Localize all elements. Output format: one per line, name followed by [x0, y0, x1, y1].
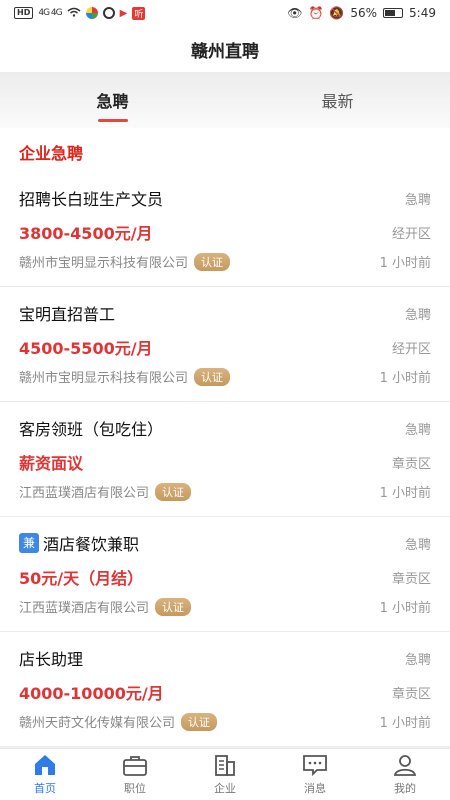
signal-icon: 4G 4G	[38, 8, 62, 18]
urgent-label: 急聘	[404, 422, 431, 438]
job-title: 招聘长白班生产文员	[19, 190, 164, 209]
verified-badge: 认证	[181, 712, 218, 731]
urgent-label: 急聘	[404, 652, 431, 668]
job-salary: 50元/天（月结）	[19, 569, 144, 588]
wifi-icon	[67, 6, 81, 20]
job-title: 宝明直招普工	[19, 305, 116, 324]
nav-jobs[interactable]: 职位	[90, 749, 180, 800]
company-name: 江西蓝璞酒店有限公司	[19, 486, 150, 501]
job-salary: 3800-4500元/月	[19, 224, 153, 243]
job-card[interactable]: 宝明直招普工 急聘 4500-5500元/月 经开区 赣州市宝明显示科技有限公司…	[0, 287, 450, 402]
part-time-tag: 兼	[19, 533, 39, 553]
status-left: HD 4G 4G ▶ 听	[14, 6, 146, 20]
company-name: 赣州市宝明显示科技有限公司	[19, 371, 189, 386]
job-salary: 4000-10000元/月	[19, 684, 164, 703]
job-title: 兼酒店餐饮兼职	[19, 531, 139, 555]
app-header: 赣州直聘	[0, 26, 450, 72]
tab-urgent[interactable]: 急聘	[0, 72, 225, 128]
app-notification-icon	[102, 7, 115, 19]
briefcase-icon	[123, 756, 147, 776]
job-title: 客房领班（包吃住）	[19, 420, 164, 439]
user-icon	[393, 755, 417, 776]
status-right: 👁 ⏰ 🔕 56% 5:49	[287, 6, 436, 20]
post-time: 1 小时前	[379, 716, 431, 731]
bottom-nav: 首页 职位 企业 消息 我的	[0, 748, 450, 800]
company-name: 赣州天莳文化传媒有限公司	[19, 716, 176, 731]
verified-badge: 认证	[194, 252, 231, 271]
mute-icon: 🔕	[329, 6, 345, 20]
verified-badge: 认证	[194, 367, 231, 386]
hd-icon: HD	[14, 7, 34, 19]
nav-label: 首页	[34, 782, 56, 795]
battery-percent: 56%	[350, 6, 378, 20]
urgent-label: 急聘	[404, 192, 431, 208]
page-title: 赣州直聘	[191, 41, 259, 62]
urgent-label: 急聘	[404, 537, 431, 553]
alarm-icon: ⏰	[308, 6, 324, 20]
nav-label: 企业	[214, 782, 236, 795]
verified-badge: 认证	[155, 482, 192, 501]
app-notification-icon: 听	[132, 6, 146, 20]
verified-badge: 认证	[155, 597, 192, 616]
building-icon	[215, 755, 235, 776]
nav-home[interactable]: 首页	[0, 749, 90, 800]
app-notification-icon	[85, 7, 98, 19]
job-salary: 4500-5500元/月	[19, 339, 153, 358]
job-card[interactable]: 客房领班（包吃住） 急聘 薪资面议 章贡区 江西蓝璞酒店有限公司 认证 1 小时…	[0, 402, 450, 517]
nav-label: 我的	[394, 782, 416, 795]
job-area: 章贡区	[391, 571, 431, 587]
post-time: 1 小时前	[379, 256, 431, 271]
section-title: 企业急聘	[0, 128, 450, 172]
job-area: 经开区	[391, 341, 431, 357]
job-list: 招聘长白班生产文员 急聘 3800-4500元/月 经开区 赣州市宝明显示科技有…	[0, 172, 450, 747]
post-time: 1 小时前	[379, 486, 431, 501]
company-name: 赣州市宝明显示科技有限公司	[19, 256, 189, 271]
tab-latest[interactable]: 最新	[225, 72, 450, 128]
job-area: 经开区	[391, 226, 431, 242]
job-area: 章贡区	[391, 686, 431, 702]
job-title: 店长助理	[19, 650, 84, 669]
nav-messages[interactable]: 消息	[270, 749, 360, 800]
nav-label: 职位	[124, 782, 146, 795]
battery-icon	[383, 8, 404, 18]
nav-label: 消息	[304, 782, 326, 795]
job-card[interactable]: 招聘长白班生产文员 急聘 3800-4500元/月 经开区 赣州市宝明显示科技有…	[0, 172, 450, 287]
message-icon	[303, 755, 327, 777]
job-salary: 薪资面议	[19, 454, 84, 473]
job-card[interactable]: 店长助理 急聘 4000-10000元/月 章贡区 赣州天莳文化传媒有限公司 认…	[0, 632, 450, 747]
status-bar: HD 4G 4G ▶ 听 👁 ⏰ 🔕 56% 5:49	[0, 0, 450, 26]
post-time: 1 小时前	[379, 601, 431, 616]
job-card[interactable]: 兼酒店餐饮兼职 急聘 50元/天（月结） 章贡区 江西蓝璞酒店有限公司 认证 1…	[0, 517, 450, 632]
company-name: 江西蓝璞酒店有限公司	[19, 601, 150, 616]
eye-icon: 👁	[287, 6, 303, 20]
clock: 5:49	[409, 6, 436, 20]
home-icon	[35, 755, 55, 775]
play-icon: ▶	[119, 7, 128, 19]
nav-company[interactable]: 企业	[180, 749, 270, 800]
urgent-label: 急聘	[404, 307, 431, 323]
tab-bar: 急聘 最新	[0, 72, 450, 128]
post-time: 1 小时前	[379, 371, 431, 386]
nav-profile[interactable]: 我的	[360, 749, 450, 800]
job-area: 章贡区	[391, 456, 431, 472]
